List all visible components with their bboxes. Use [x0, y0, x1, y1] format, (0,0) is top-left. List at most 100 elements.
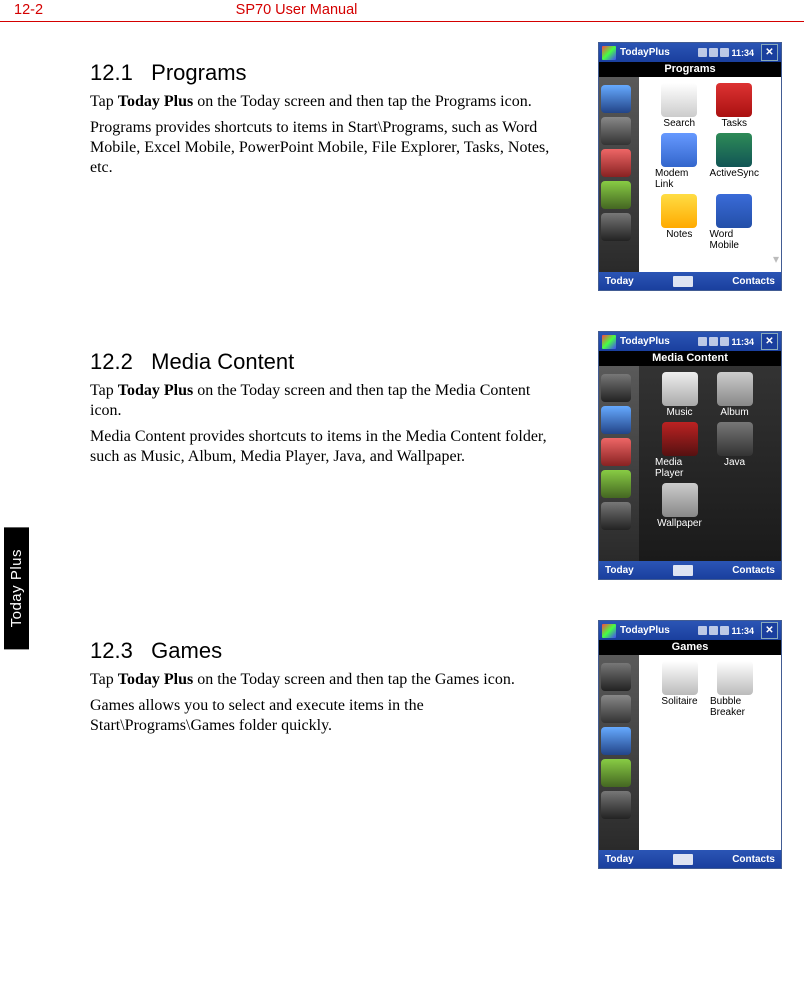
sidebar-icon	[601, 727, 631, 755]
softkey-right: Contacts	[732, 276, 775, 287]
sidebar-icon	[601, 470, 631, 498]
app-label: Tasks	[721, 118, 747, 129]
keyboard-icon	[673, 854, 693, 865]
phone-title: Media Content	[599, 351, 781, 366]
app-item: Bubble Breaker	[710, 661, 759, 718]
heading-games: 12.3 Games	[90, 638, 560, 664]
category-sidebar	[599, 655, 639, 850]
app-item: Tasks	[710, 83, 759, 129]
clock: 11:34	[731, 48, 754, 58]
page-number: 12-2	[14, 2, 43, 18]
app-item: Java	[710, 422, 759, 479]
paragraph: Tap Today Plus on the Today screen and t…	[90, 92, 560, 112]
sidebar-icon	[601, 502, 631, 530]
section-media-content: 12.2 Media Content Tap Today Plus on the…	[90, 331, 782, 580]
app-label: Album	[720, 407, 748, 418]
app-icon	[716, 194, 752, 228]
app-icon	[661, 83, 697, 117]
app-label: Bubble Breaker	[710, 696, 759, 718]
app-label: Modem Link	[655, 168, 704, 190]
phone-body: Solitaire Bubble Breaker	[599, 655, 781, 850]
app-item: Media Player	[655, 422, 704, 479]
screenshot-games: TodayPlus 11:34 ✕ Games	[598, 620, 782, 869]
paragraph: Tap Today Plus on the Today screen and t…	[90, 670, 560, 690]
softkey-right: Contacts	[732, 854, 775, 865]
doc-title: SP70 User Manual	[236, 2, 358, 18]
category-sidebar	[599, 77, 639, 272]
sidebar-icon	[601, 759, 631, 787]
app-label: Search	[663, 118, 695, 129]
phone-title: Games	[599, 640, 781, 655]
clock: 11:34	[731, 337, 754, 347]
app-label: Solitaire	[661, 696, 697, 707]
sidebar-icon	[601, 791, 631, 819]
speaker-icon	[720, 337, 729, 346]
close-icon: ✕	[761, 44, 778, 61]
app-item: Notes	[655, 194, 704, 251]
signal-icon	[698, 337, 707, 346]
start-icon	[602, 335, 616, 349]
app-label: Word Mobile	[710, 229, 759, 251]
sidebar-icon	[601, 181, 631, 209]
app-item: Modem Link	[655, 133, 704, 190]
keyboard-icon	[673, 276, 693, 287]
sidebar-icon	[601, 438, 631, 466]
paragraph: Games allows you to select and execute i…	[90, 696, 560, 736]
section-games: 12.3 Games Tap Today Plus on the Today s…	[90, 620, 782, 869]
phone-body: Search Tasks Modem Link ActiveSync Notes Word…	[599, 77, 781, 272]
heading-programs: 12.1 Programs	[90, 60, 560, 86]
close-icon: ✕	[761, 622, 778, 639]
softkey-left: Today	[605, 854, 634, 865]
app-label: Wallpaper	[657, 518, 702, 529]
speaker-icon	[720, 48, 729, 57]
app-name: TodayPlus	[620, 336, 670, 347]
sidebar-icon	[601, 85, 631, 113]
speaker-icon	[720, 626, 729, 635]
app-item: Album	[710, 372, 759, 418]
sidebar-icon	[601, 695, 631, 723]
page-content: Today Plus 12.1 Programs Tap Today Plus …	[0, 22, 804, 909]
category-sidebar	[599, 366, 639, 561]
screenshot-media-content: TodayPlus 11:34 ✕ Media Content	[598, 331, 782, 580]
paragraph: Tap Today Plus on the Today screen and t…	[90, 381, 560, 421]
sidebar-icon	[601, 149, 631, 177]
start-icon	[602, 624, 616, 638]
app-icon	[717, 661, 753, 695]
app-item: Music	[655, 372, 704, 418]
phone-softkeys: Today Contacts	[599, 561, 781, 579]
start-icon	[602, 46, 616, 60]
app-item: Solitaire	[655, 661, 704, 718]
app-label: Notes	[666, 229, 692, 240]
sidebar-icon	[601, 213, 631, 241]
sidebar-icon	[601, 406, 631, 434]
phone-softkeys: Today Contacts	[599, 850, 781, 868]
app-icon	[716, 133, 752, 167]
app-label: ActiveSync	[710, 168, 759, 179]
sidebar-icon	[601, 374, 631, 402]
app-icon	[661, 133, 697, 167]
app-icon	[717, 372, 753, 406]
paragraph: Media Content provides shortcuts to item…	[90, 427, 560, 467]
softkey-right: Contacts	[732, 565, 775, 576]
paragraph: Programs provides shortcuts to items in …	[90, 118, 560, 178]
section-programs: 12.1 Programs Tap Today Plus on the Toda…	[90, 42, 782, 291]
phone-status-bar: TodayPlus 11:34 ✕	[599, 43, 781, 62]
screenshot-programs: TodayPlus 11:34 ✕ Programs	[598, 42, 782, 291]
app-item: Wallpaper	[655, 483, 704, 529]
app-icon	[661, 194, 697, 228]
app-label: Music	[666, 407, 692, 418]
app-label: Media Player	[655, 457, 704, 479]
app-label: Java	[724, 457, 745, 468]
keyboard-icon	[673, 565, 693, 576]
softkey-left: Today	[605, 565, 634, 576]
app-icon	[717, 422, 753, 456]
section-tab: Today Plus	[4, 527, 29, 649]
chevron-down-icon: ▾	[773, 252, 779, 266]
heading-media-content: 12.2 Media Content	[90, 349, 560, 375]
softkey-left: Today	[605, 276, 634, 287]
app-icon	[662, 483, 698, 517]
app-name: TodayPlus	[620, 47, 670, 58]
app-icon	[662, 661, 698, 695]
app-item: Word Mobile	[710, 194, 759, 251]
app-name: TodayPlus	[620, 625, 670, 636]
